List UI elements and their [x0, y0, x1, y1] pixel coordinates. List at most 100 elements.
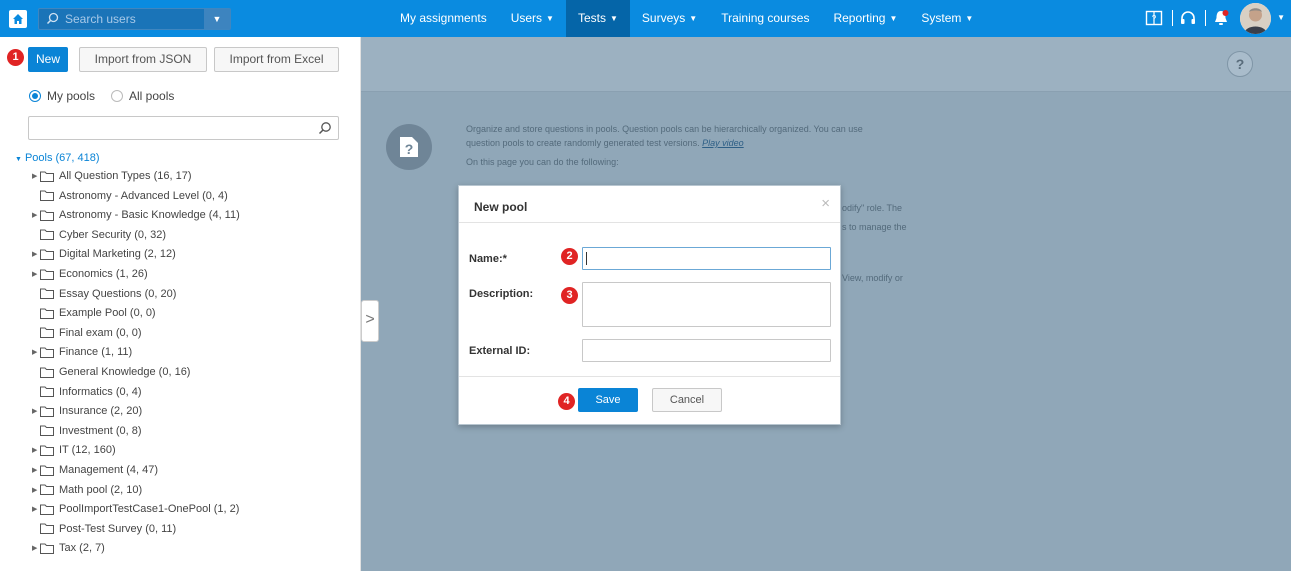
pool-tree-item[interactable]: ▶ Finance (1, 11) [32, 344, 132, 360]
pool-tree-item[interactable]: ▶Astronomy - Advanced Level (0, 4) [32, 188, 228, 204]
pool-label: All Question Types (16, 17) [59, 170, 192, 182]
bell-icon[interactable] [1212, 9, 1230, 27]
pool-tree-item[interactable]: ▶Post-Test Survey (0, 11) [32, 521, 176, 537]
help-button[interactable]: ? [1227, 51, 1253, 77]
pool-label: Cyber Security (0, 32) [59, 228, 166, 241]
search-placeholder: Search users [65, 12, 136, 26]
collapse-panel-button[interactable]: > [361, 300, 379, 342]
nav-item-my-assignments[interactable]: My assignments [388, 0, 499, 37]
search-icon [46, 12, 59, 25]
info-line: Organize and store questions in pools. Q… [466, 124, 863, 134]
pool-label: IT (12, 160) [59, 444, 116, 457]
info-line: question pools to create randomly genera… [466, 138, 744, 148]
nav-item-label: Training courses [721, 11, 810, 25]
import-excel-button[interactable]: Import from Excel [214, 47, 339, 72]
chevron-down-icon[interactable]: ▼ [1277, 13, 1285, 22]
pool-label: Tax (2, 7) [59, 542, 105, 555]
chevron-down-icon: ▼ [609, 14, 618, 23]
dialog-title: New pool [474, 200, 528, 214]
pools-panel: 1 New Import from JSON Import from Excel… [0, 37, 361, 571]
text-cursor [586, 252, 587, 265]
svg-text:?: ? [1152, 14, 1157, 23]
folder-icon [40, 543, 54, 554]
nav-item-training-courses[interactable]: Training courses [709, 0, 821, 37]
pool-tree-item[interactable]: ▶ Tax (2, 7) [32, 540, 105, 556]
play-video-link[interactable]: Play video [702, 138, 744, 148]
my-pools-radio[interactable]: My pools [29, 89, 95, 103]
expand-arrow-icon[interactable]: ▶ [32, 348, 40, 356]
expand-arrow-icon[interactable]: ▶ [32, 407, 40, 415]
folder-icon [40, 386, 54, 398]
pool-tree-item[interactable]: ▶ All Question Types (16, 17) [32, 168, 191, 184]
expand-arrow-icon[interactable]: ▶ [32, 250, 40, 258]
new-button[interactable]: New [28, 47, 68, 72]
chevron-down-icon: ▼ [889, 14, 898, 23]
expand-arrow-icon[interactable]: ▶ [32, 172, 40, 180]
avatar[interactable] [1240, 3, 1271, 34]
my-pools-label: My pools [47, 89, 96, 103]
pools-root-label: Pools (67, 418) [24, 152, 100, 164]
pool-tree-item[interactable]: ▶ PoolImportTestCase1-OnePool (1, 2) [32, 501, 239, 517]
save-button[interactable]: Save [578, 388, 638, 412]
radio-unselected-icon [111, 90, 123, 102]
folder-icon [40, 249, 54, 260]
search-dropdown-button[interactable]: ▼ [204, 9, 230, 29]
expand-arrow-icon[interactable]: ▶ [32, 544, 40, 552]
external-id-field[interactable] [582, 339, 831, 362]
pool-tree-item[interactable]: ▶Investment (0, 8) [32, 423, 142, 439]
pool-label: Investment (0, 8) [59, 424, 142, 437]
chevron-down-icon: ▼ [546, 14, 554, 23]
expand-arrow-icon[interactable]: ▶ [32, 486, 40, 494]
expand-arrow-icon[interactable]: ▶ [32, 211, 40, 219]
pool-tree-item[interactable]: ▶ IT (12, 160) [32, 442, 116, 458]
headset-icon[interactable] [1179, 10, 1197, 26]
expand-arrow-icon[interactable]: ▶ [32, 505, 40, 513]
search-icon[interactable] [318, 121, 332, 135]
pool-tree-item[interactable]: ▶ Astronomy - Basic Knowledge (4, 11) [32, 207, 240, 223]
folder-icon [40, 308, 54, 319]
name-field[interactable] [582, 247, 831, 270]
pool-tree-item[interactable]: ▶ Digital Marketing (2, 12) [32, 246, 176, 262]
cancel-button[interactable]: Cancel [652, 388, 722, 412]
nav-item-system[interactable]: System ▼ [909, 0, 985, 37]
nav-item-tests[interactable]: Tests ▼ [565, 0, 630, 37]
pool-tree-item[interactable]: ▶General Knowledge (0, 16) [32, 364, 190, 380]
search-users-box[interactable]: Search users ▼ [38, 8, 231, 30]
description-field[interactable] [582, 282, 831, 327]
pool-tree-item[interactable]: ▶Final exam (0, 0) [32, 325, 142, 341]
folder-icon [40, 425, 54, 437]
nav-item-users[interactable]: Users ▼ [499, 0, 566, 37]
book-icon[interactable]: ? [1145, 10, 1163, 26]
pool-tree-item[interactable]: ▶Example Pool (0, 0) [32, 305, 156, 321]
nav-item-reporting[interactable]: Reporting ▼ [821, 0, 909, 37]
expand-arrow-icon[interactable]: ▶ [32, 270, 40, 278]
home-button[interactable] [9, 10, 27, 28]
pool-tree-item[interactable]: ▶ Insurance (2, 20) [32, 403, 142, 419]
pool-tree-item[interactable]: ▶Informatics (0, 4) [32, 384, 142, 400]
expand-arrow-icon[interactable]: ▶ [32, 466, 40, 474]
main-menu: My assignments Users ▼ Tests ▼ Surveys ▼ Traini… [388, 0, 985, 37]
pool-label: Management (4, 47) [59, 464, 159, 476]
dialog-header: New pool × [459, 186, 840, 223]
import-json-button[interactable]: Import from JSON [79, 47, 207, 72]
pool-label: Essay Questions (0, 20) [59, 287, 177, 300]
info-text: question pools to create randomly genera… [466, 138, 700, 148]
pool-tree-item[interactable]: ▶Essay Questions (0, 20) [32, 286, 176, 302]
expand-arrow-icon[interactable]: ▶ [32, 446, 40, 454]
close-icon[interactable]: × [821, 195, 830, 212]
nav-item-label: Surveys [641, 11, 686, 25]
pool-label: Post-Test Survey (0, 11) [59, 522, 177, 535]
description-label: Description: [469, 288, 534, 300]
pools-root[interactable]: ▼ Pools (67, 418) [15, 152, 100, 164]
pool-label: Digital Marketing (2, 12) [59, 248, 176, 261]
pool-tree-item[interactable]: ▶ Economics (1, 26) [32, 266, 148, 282]
pool-label: Informatics (0, 4) [59, 385, 142, 398]
pool-tree-item[interactable]: ▶ Management (4, 47) [32, 462, 158, 478]
nav-item-surveys[interactable]: Surveys ▼ [630, 0, 709, 37]
pool-tree-item[interactable]: ▶Cyber Security (0, 32) [32, 227, 166, 243]
folder-icon [40, 465, 54, 476]
pool-tree-item[interactable]: ▶ Math pool (2, 10) [32, 482, 142, 498]
pool-search-input[interactable] [28, 116, 339, 140]
folder-icon [40, 327, 54, 339]
all-pools-radio[interactable]: All pools [111, 89, 174, 103]
